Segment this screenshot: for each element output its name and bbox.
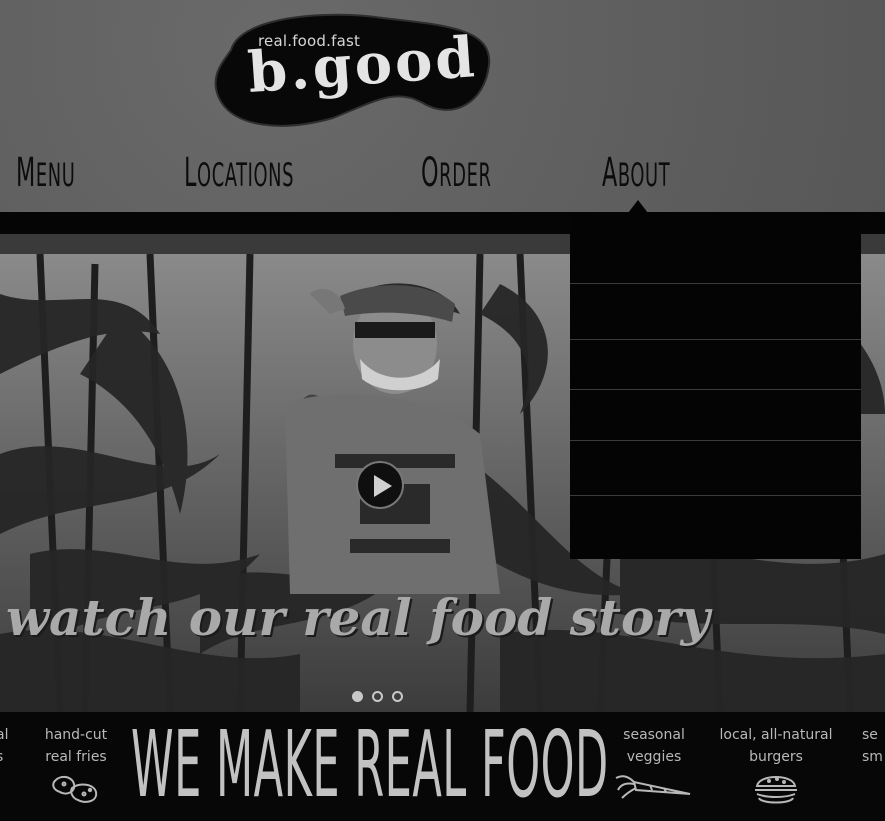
dropdown-item[interactable] [570, 339, 861, 390]
slider-dot-1[interactable] [352, 691, 363, 702]
nav-about-rest: BOUT [617, 156, 671, 194]
fries-icon [52, 776, 98, 803]
feature-line: veggies [626, 749, 682, 765]
feature-veggies: seasonal veggies [604, 724, 704, 807]
nav-locations-cap: L [184, 150, 198, 196]
slider-dot-2[interactable] [372, 691, 383, 702]
feature-line: real fries [45, 749, 107, 765]
slider-dots [352, 687, 412, 706]
feature-partial-left: al s [0, 724, 16, 768]
nav-order-cap: O [421, 150, 440, 196]
hero-tagline[interactable]: watch our real food story [6, 588, 710, 647]
slider-dot-3[interactable] [392, 691, 403, 702]
feature-line: burgers [749, 749, 803, 765]
nav-about[interactable]: ABOUT [602, 150, 670, 198]
feature-band: al s hand-cut real fries WE MAKE REAL FO… [0, 711, 885, 821]
feature-fries: hand-cut real fries [30, 724, 122, 813]
nav-locations[interactable]: LOCATIONS [184, 150, 294, 198]
headline-we-make-real-food: WE MAKE REAL FOOD [131, 711, 609, 818]
feature-line: local, all-natural [719, 727, 833, 743]
feature-line: al [0, 727, 9, 743]
feature-line: hand-cut [44, 727, 108, 743]
nav-about-cap: A [602, 150, 618, 196]
dropdown-item[interactable] [570, 389, 861, 441]
nav-locations-rest: OCATIONS [197, 156, 295, 194]
feature-line: se [862, 727, 878, 743]
feature-line: sm [862, 749, 883, 765]
burger-icon [755, 776, 797, 804]
about-dropdown-menu [570, 212, 861, 559]
dropdown-item[interactable] [570, 440, 861, 496]
play-icon [374, 475, 392, 497]
nav-menu-rest: ENU [35, 156, 76, 194]
play-video-button[interactable] [356, 461, 404, 509]
nav-menu[interactable]: MENU [16, 150, 75, 198]
dropdown-item[interactable] [570, 283, 861, 340]
nav-order[interactable]: ORDER [421, 150, 491, 198]
dropdown-item[interactable] [570, 495, 861, 560]
nav-order-rest: RDER [439, 156, 492, 194]
feature-line: s [0, 746, 16, 768]
brand-logo[interactable]: real.food.fast b.good [213, 10, 491, 128]
feature-burgers: local, all-natural burgers [712, 724, 840, 813]
feature-line: seasonal [623, 727, 685, 743]
nav-menu-cap: M [16, 150, 36, 196]
carrot-icon [615, 775, 691, 799]
feature-partial-right: se sm [862, 724, 885, 768]
